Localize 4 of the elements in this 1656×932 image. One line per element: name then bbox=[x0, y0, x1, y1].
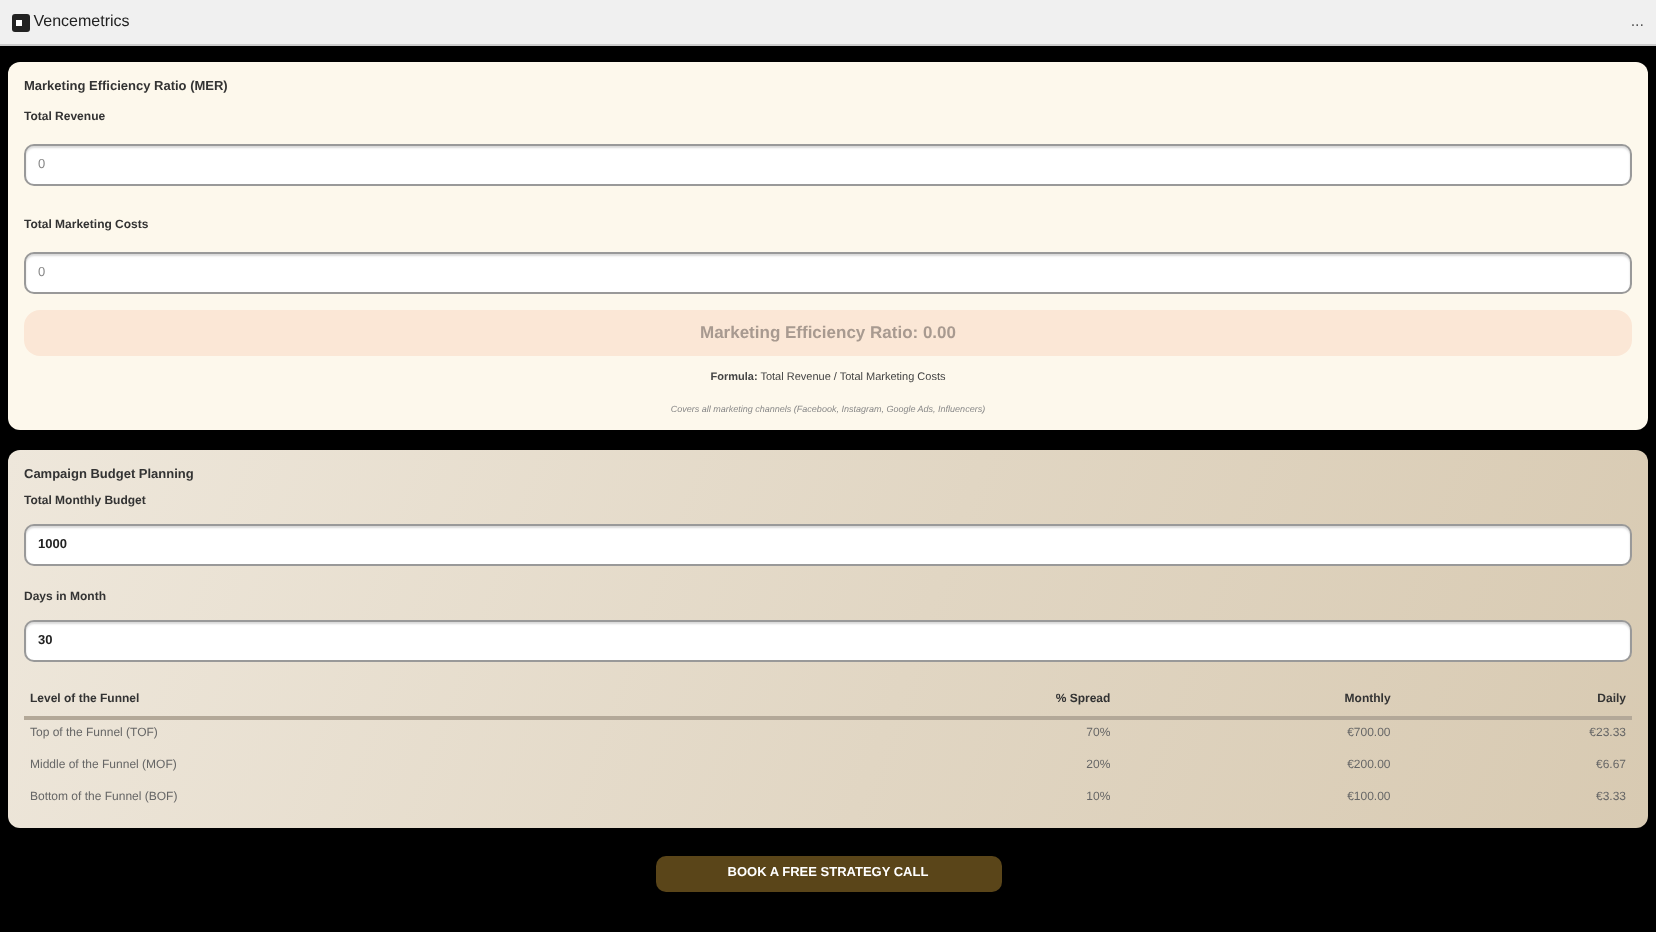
result-banner: Marketing Efficiency Ratio: 0.00 bbox=[24, 309, 1632, 356]
app-title: Vencemetrics bbox=[33, 10, 130, 34]
menu-button[interactable]: ... bbox=[1630, 10, 1644, 34]
logo-icon bbox=[12, 13, 30, 31]
